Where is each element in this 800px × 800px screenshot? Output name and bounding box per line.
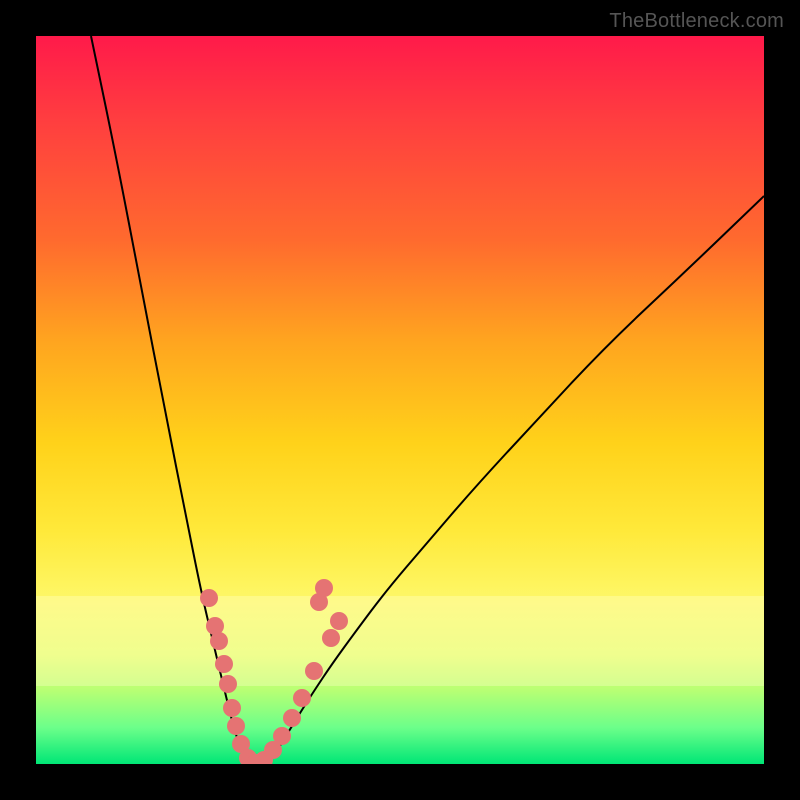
watermark-text: TheBottleneck.com <box>609 10 784 33</box>
highlight-band <box>36 596 764 686</box>
plot-frame <box>36 36 764 764</box>
